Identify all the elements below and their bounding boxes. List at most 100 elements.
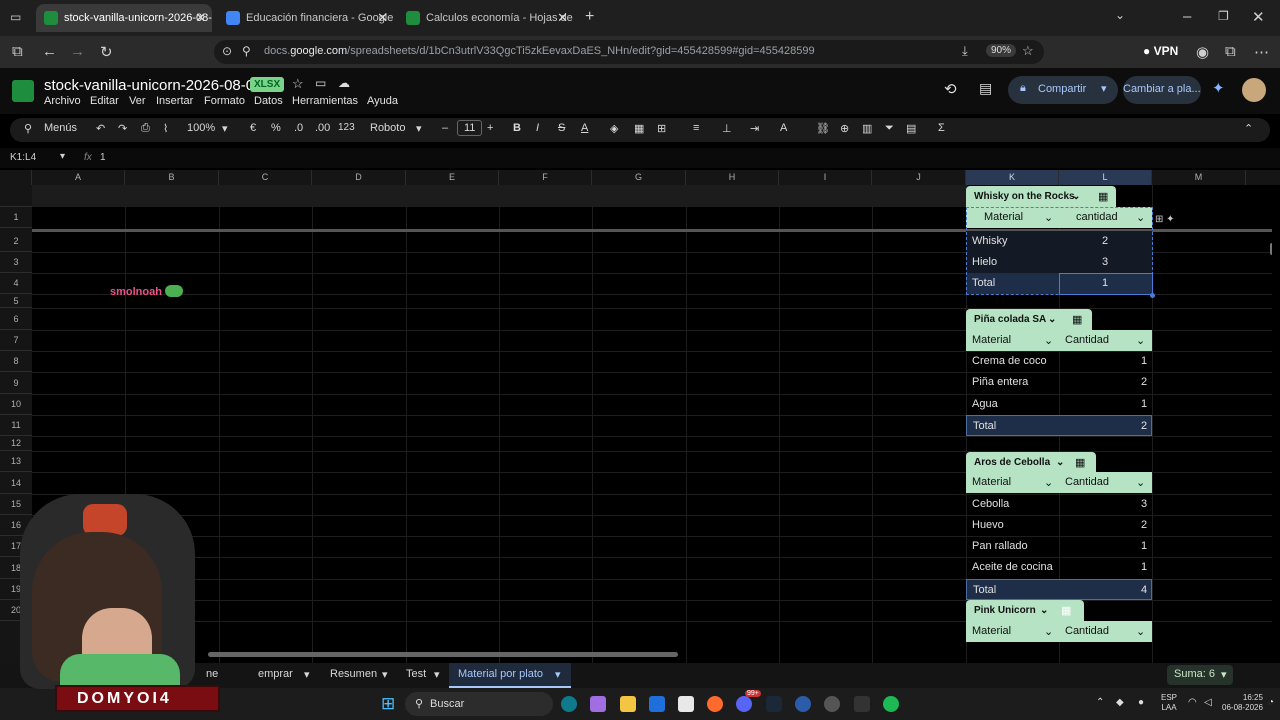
chevron-down-icon[interactable]: ▾ <box>434 668 440 681</box>
row-header[interactable]: 1 <box>0 207 32 228</box>
pivot-editor-icon[interactable]: ▦ <box>1061 604 1071 617</box>
menus-search[interactable]: Menús <box>44 122 77 134</box>
workspaces-icon[interactable]: ⧉ <box>12 43 23 60</box>
active-cell[interactable] <box>1059 273 1153 295</box>
row-header[interactable]: 2 <box>0 231 32 252</box>
tune-icon[interactable]: ⚲ <box>242 44 251 58</box>
pivot-col-cantidad[interactable]: Cantidad <box>1065 476 1109 488</box>
clock[interactable]: 16:25 06-08-2026 <box>1222 693 1263 713</box>
chevron-down-icon[interactable]: ▾ <box>1101 82 1107 95</box>
column-header[interactable]: L <box>1059 170 1152 185</box>
chevron-down-icon[interactable]: ▾ <box>304 668 310 681</box>
history-icon[interactable]: ⟲ <box>944 80 957 98</box>
pivot-col-material[interactable]: Material <box>972 625 1011 637</box>
menu-ayuda[interactable]: Ayuda <box>367 95 398 107</box>
formula-input[interactable]: 1 <box>100 152 106 163</box>
sheets-logo-icon[interactable] <box>12 80 34 102</box>
row-header[interactable]: 13 <box>0 451 32 472</box>
row-header[interactable]: 9 <box>0 372 32 394</box>
profile-icon[interactable]: ◉ <box>1196 43 1209 61</box>
row-header[interactable]: 11 <box>0 415 32 436</box>
align-horizontal-icon[interactable]: ≡ <box>693 122 699 134</box>
row-header[interactable]: 8 <box>0 351 32 372</box>
font-select[interactable]: Roboto <box>370 122 405 134</box>
chevron-down-icon[interactable]: ⌄ <box>1044 334 1053 347</box>
chevron-down-icon[interactable]: ▾ <box>555 668 561 681</box>
browser-tab-educacion[interactable]: Educación financiera - Google D ✕ <box>218 4 394 32</box>
collapse-toolbar-icon[interactable]: ⌃ <box>1244 122 1253 135</box>
fill-color-icon[interactable]: ◈ <box>610 122 618 135</box>
search-icon[interactable]: ⚲ <box>24 122 32 135</box>
pivot-editor-icon[interactable]: ▦ <box>1075 456 1085 469</box>
font-size-input[interactable]: 11 <box>457 120 483 136</box>
paint-format-icon[interactable]: ⌇ <box>163 122 168 135</box>
pivot-total-row[interactable]: Total 2 <box>966 415 1152 436</box>
pivot-row[interactable]: Cebolla 3 <box>966 494 1152 515</box>
name-box[interactable]: K1:L4 <box>10 152 36 163</box>
table-options-icon[interactable]: ⊞ ✦ <box>1155 214 1175 225</box>
number-format[interactable]: 123 <box>338 122 355 133</box>
fill-handle[interactable] <box>1150 293 1155 298</box>
row-header[interactable]: 4 <box>0 273 32 294</box>
browser-tab-calculos[interactable]: Calculos economía - Hojas de cá ✕ <box>398 4 574 32</box>
reload-icon[interactable]: ↻ <box>100 43 113 61</box>
forward-icon[interactable]: → <box>70 43 85 60</box>
chevron-down-icon[interactable]: ⌄ <box>1056 452 1064 473</box>
site-info-icon[interactable]: ⊙ <box>222 44 232 58</box>
restore-icon[interactable]: ❐ <box>1218 9 1229 23</box>
filter-views-icon[interactable]: ▤ <box>906 122 916 135</box>
column-header[interactable]: F <box>499 170 592 185</box>
sheet-tab[interactable]: emprar <box>258 668 293 680</box>
url-bar[interactable]: ⊙ ⚲ docs.google.com/spreadsheets/d/1bCn3… <box>214 40 1044 64</box>
menu-formato[interactable]: Formato <box>204 95 245 107</box>
row-header[interactable]: 6 <box>0 308 32 330</box>
close-tab-icon[interactable]: ✕ <box>377 10 388 26</box>
document-title[interactable]: stock-vanilla-unicorn-2026-08-05 <box>44 77 262 94</box>
copilot-icon[interactable] <box>590 696 606 712</box>
column-header[interactable]: M <box>1152 170 1246 185</box>
borders-icon[interactable]: ▦ <box>634 122 644 135</box>
steam-icon[interactable] <box>766 696 782 712</box>
column-header[interactable]: I <box>779 170 872 185</box>
column-header[interactable]: J <box>872 170 966 185</box>
close-tab-icon[interactable]: ✕ <box>195 10 206 26</box>
text-wrap-icon[interactable]: ⇥ <box>750 122 759 135</box>
spotify-icon[interactable] <box>883 696 899 712</box>
column-header[interactable]: C <box>219 170 312 185</box>
taskbar-search[interactable]: ⚲ Buscar <box>405 692 553 716</box>
tray-app-icon[interactable]: ◆ <box>1116 697 1124 708</box>
redo-icon[interactable]: ↷ <box>118 122 127 135</box>
app-icon[interactable] <box>854 696 870 712</box>
sheet-tab-active[interactable]: Material por plato ▾ <box>449 663 571 688</box>
row-header[interactable]: 10 <box>0 394 32 415</box>
pivot-editor-icon[interactable]: ▦ <box>1072 313 1082 326</box>
column-header[interactable]: E <box>406 170 499 185</box>
avatar[interactable] <box>1242 78 1266 102</box>
link-icon[interactable]: ⛓ <box>816 122 830 135</box>
text-color-icon[interactable]: A <box>581 122 588 134</box>
pivot-row[interactable]: Piña entera 2 <box>966 372 1152 393</box>
chevron-down-icon[interactable]: ⌄ <box>1048 309 1056 330</box>
decrease-decimals[interactable]: .0 <box>294 122 303 134</box>
chevron-down-icon[interactable]: ⌄ <box>1040 600 1048 621</box>
menu-ver[interactable]: Ver <box>129 95 146 107</box>
increase-decimals[interactable]: .00 <box>315 122 330 134</box>
close-tab-icon[interactable]: ✕ <box>557 10 568 26</box>
column-header[interactable]: A <box>32 170 125 185</box>
close-window-icon[interactable]: ✕ <box>1252 8 1265 26</box>
chevron-down-icon[interactable]: ▾ <box>416 122 422 135</box>
pivot-col-cantidad[interactable]: Cantidad <box>1065 625 1109 637</box>
new-tab-icon[interactable]: + <box>585 8 594 26</box>
vertical-scrollbar[interactable] <box>1270 243 1272 255</box>
column-header[interactable]: H <box>686 170 779 185</box>
notification-bell-icon[interactable]: ◔ <box>1268 697 1274 708</box>
change-mode-button[interactable]: Cambiar a pla... <box>1123 76 1201 104</box>
minimize-icon[interactable]: – <box>1183 8 1191 25</box>
menu-datos[interactable]: Datos <box>254 95 283 107</box>
chevron-down-icon[interactable]: ▾ <box>382 668 388 681</box>
chevron-down-icon[interactable]: ▾ <box>60 151 65 162</box>
move-folder-icon[interactable]: ▭ <box>315 76 326 90</box>
sum-indicator[interactable]: Suma: 6 ▾ <box>1167 665 1233 685</box>
decrease-font-icon[interactable]: – <box>442 122 448 134</box>
chevron-down-icon[interactable]: ⌄ <box>1136 625 1145 638</box>
